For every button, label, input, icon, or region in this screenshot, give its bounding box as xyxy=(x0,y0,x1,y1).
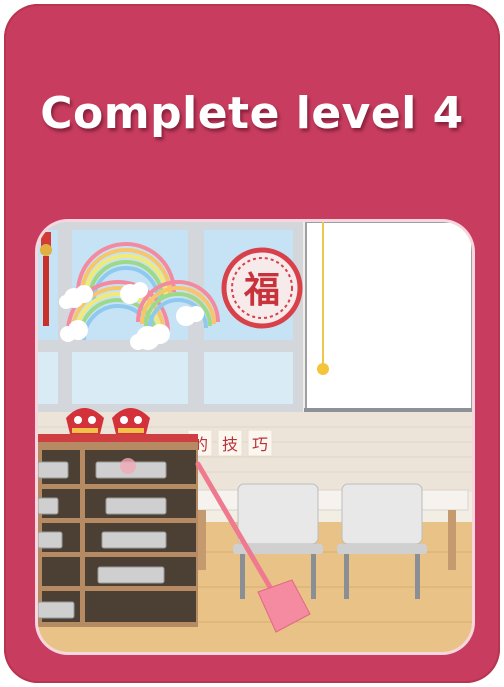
fu-papercut: 福 xyxy=(221,247,303,329)
banner-char-2: 技 xyxy=(222,435,238,454)
wall-banner: 的 技 巧 xyxy=(187,429,273,457)
storage-cabinet xyxy=(38,434,198,627)
scene-illustration: 福 的 技 巧 xyxy=(38,222,472,652)
whiteboard xyxy=(304,222,472,414)
fu-character: 福 xyxy=(243,269,280,311)
classroom-scene: 福 的 技 巧 xyxy=(38,222,472,652)
banner-char-3: 巧 xyxy=(252,435,268,454)
level-title: Complete level 4 xyxy=(40,88,464,139)
